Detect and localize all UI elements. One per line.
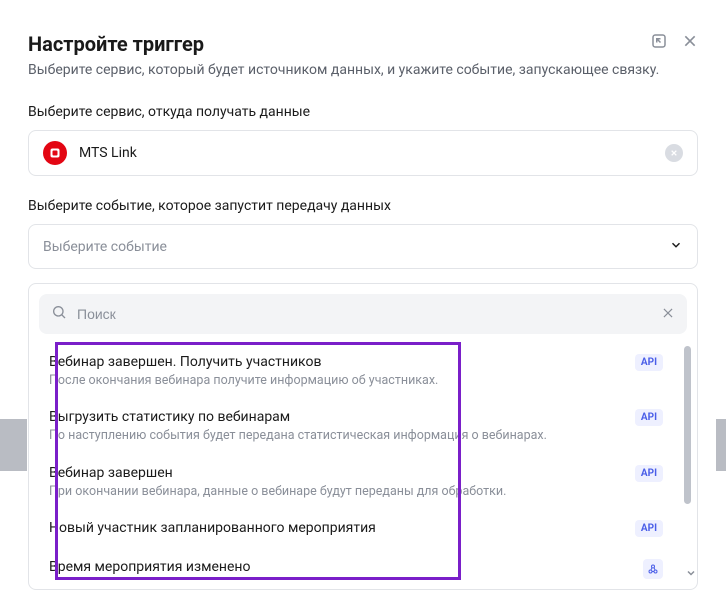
search-input[interactable] — [77, 306, 651, 322]
service-field-label: Выберите сервис, откуда получать данные — [28, 104, 698, 120]
event-option[interactable]: Вебинар завершен При окончании вебинара, … — [29, 455, 679, 510]
search-clear-icon[interactable] — [661, 305, 675, 324]
chevron-down-icon[interactable] — [685, 564, 697, 583]
search-icon — [51, 304, 67, 324]
event-option[interactable]: Новый участник запланированного мероприя… — [29, 510, 679, 549]
option-title: Время мероприятия изменено — [49, 559, 631, 575]
option-desc: После окончания вебинара получите информ… — [49, 373, 623, 389]
clear-service-icon[interactable] — [665, 144, 683, 162]
background-stripe — [716, 419, 726, 471]
close-icon[interactable] — [682, 33, 698, 53]
event-field-label: Выберите событие, которое запустит перед… — [28, 198, 698, 214]
option-desc: При окончании вебинара, данные о вебинар… — [49, 484, 623, 500]
scrollbar[interactable] — [684, 346, 691, 504]
event-select[interactable]: Выберите событие — [28, 224, 698, 269]
option-title: Выгрузить статистику по вебинарам — [49, 409, 623, 425]
api-badge: API — [635, 520, 663, 537]
option-title: Вебинар завершен. Получить участников — [49, 354, 623, 370]
background-stripe — [0, 419, 27, 471]
event-option[interactable]: Выгрузить статистику по вебинарам По наст… — [29, 399, 679, 454]
option-desc: По наступлению события будет передана ст… — [49, 428, 623, 444]
option-title: Вебинар завершен — [49, 465, 623, 481]
mts-link-icon — [43, 141, 67, 165]
page-title: Настройте триггер — [28, 32, 204, 56]
option-title: Новый участник запланированного мероприя… — [49, 520, 623, 536]
event-option[interactable]: Время мероприятия изменено — [29, 549, 679, 589]
event-option[interactable]: Вебинар завершен. Получить участников Пос… — [29, 344, 679, 399]
event-placeholder: Выберите событие — [43, 239, 669, 255]
expand-icon[interactable] — [650, 32, 668, 54]
api-badge: API — [635, 354, 663, 371]
page-subtitle: Выберите сервис, который будет источнико… — [28, 62, 698, 78]
service-selected-value: MTS Link — [79, 145, 653, 161]
event-dropdown-panel: Вебинар завершен. Получить участников Пос… — [28, 283, 698, 590]
chevron-down-icon — [669, 237, 683, 256]
search-row — [39, 294, 687, 334]
service-select[interactable]: MTS Link — [28, 130, 698, 176]
api-badge: API — [635, 465, 663, 482]
api-badge: API — [635, 409, 663, 426]
webhook-badge-icon — [643, 559, 663, 579]
